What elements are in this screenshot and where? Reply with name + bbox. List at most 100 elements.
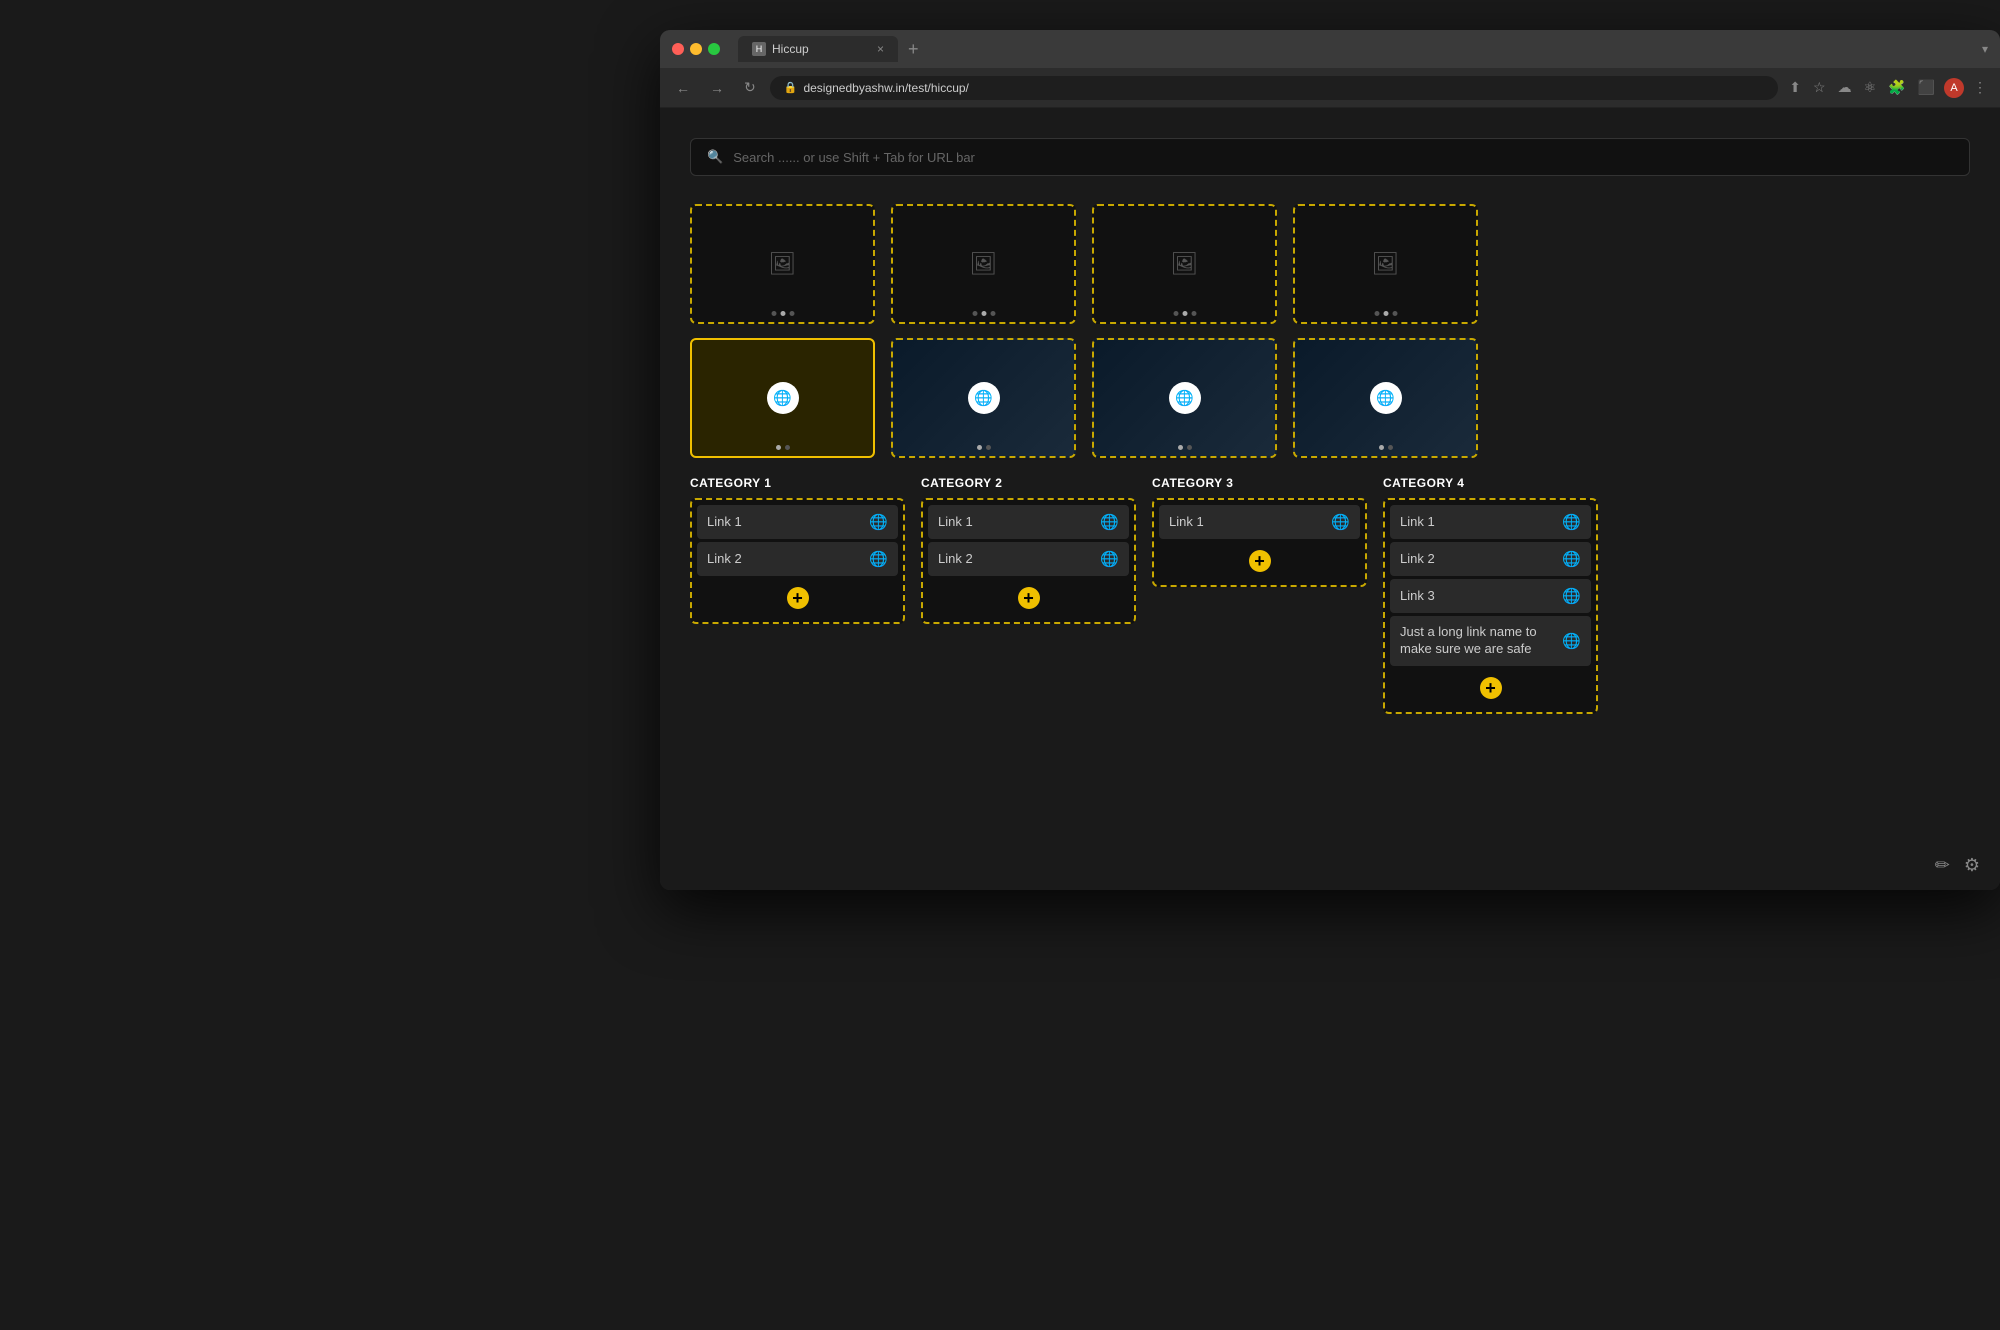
forward-button[interactable]: → bbox=[704, 76, 730, 100]
dot-active bbox=[1182, 311, 1187, 316]
dot-active bbox=[1383, 311, 1388, 316]
tab-favicon: H bbox=[752, 42, 766, 56]
dot-active bbox=[1178, 445, 1183, 450]
category-3-links: Link 1 🌐 + bbox=[1152, 498, 1367, 587]
minimize-button[interactable] bbox=[690, 43, 702, 55]
traffic-lights bbox=[672, 43, 720, 55]
globe-icon: 🌐 bbox=[869, 513, 888, 531]
dot bbox=[972, 311, 977, 316]
profile-icon[interactable]: A bbox=[1944, 78, 1964, 98]
category-4-title: CATEGORY 4 bbox=[1383, 476, 1598, 490]
bookmark-card-7[interactable]: 🌐 bbox=[1092, 338, 1277, 458]
react-icon[interactable]: ⚛ bbox=[1861, 79, 1880, 96]
tab-dropdown-icon[interactable]: ▾ bbox=[1982, 42, 1988, 56]
dot-active bbox=[776, 445, 781, 450]
bookmark-card-2[interactable]: 🖼 bbox=[891, 204, 1076, 324]
add-link-button[interactable]: + bbox=[697, 579, 898, 617]
dot-active bbox=[780, 311, 785, 316]
list-item[interactable]: Link 2 🌐 bbox=[697, 542, 898, 576]
dot bbox=[990, 311, 995, 316]
add-icon: + bbox=[1480, 677, 1502, 699]
list-item[interactable]: Link 3 🌐 bbox=[1390, 579, 1591, 613]
link-text: Link 2 bbox=[938, 551, 1094, 568]
browser-tab-hiccup[interactable]: H Hiccup × bbox=[738, 36, 898, 62]
image-placeholder-icon: 🖼 bbox=[769, 251, 797, 277]
category-4: CATEGORY 4 Link 1 🌐 Link 2 🌐 Link 3 🌐 bbox=[1383, 476, 1598, 714]
add-link-button[interactable]: + bbox=[1390, 669, 1591, 707]
bookmark-card-1[interactable]: 🖼 bbox=[690, 204, 875, 324]
bookmark-card-8[interactable]: 🌐 bbox=[1293, 338, 1478, 458]
link-text: Link 2 bbox=[707, 551, 863, 568]
share-icon[interactable]: ⬆ bbox=[1786, 79, 1804, 96]
list-item[interactable]: Link 1 🌐 bbox=[1390, 505, 1591, 539]
link-text: Link 1 bbox=[938, 514, 1094, 531]
dot bbox=[1374, 311, 1379, 316]
cloud-icon[interactable]: ☁ bbox=[1835, 79, 1855, 96]
search-placeholder: Search ...... or use Shift + Tab for URL… bbox=[733, 150, 975, 165]
lock-icon: 🔒 bbox=[784, 81, 798, 94]
dot bbox=[1191, 311, 1196, 316]
bookmark-card-5[interactable]: 🌐 bbox=[690, 338, 875, 458]
category-3: CATEGORY 3 Link 1 🌐 + bbox=[1152, 476, 1367, 714]
link-text: Link 1 bbox=[707, 514, 863, 531]
link-text: Link 3 bbox=[1400, 588, 1556, 605]
tab-close-icon[interactable]: × bbox=[877, 42, 884, 56]
tab-bar: H Hiccup × + ▾ bbox=[738, 36, 1988, 62]
back-button[interactable]: ← bbox=[670, 76, 696, 100]
dot bbox=[986, 445, 991, 450]
bookmark-card-3[interactable]: 🖼 bbox=[1092, 204, 1277, 324]
link-text: Just a long link name to make sure we ar… bbox=[1400, 624, 1556, 658]
add-link-button[interactable]: + bbox=[928, 579, 1129, 617]
image-placeholder-icon: 🖼 bbox=[970, 251, 998, 277]
bookmark-card-4[interactable]: 🖼 bbox=[1293, 204, 1478, 324]
card-dots bbox=[972, 311, 995, 316]
globe-icon: 🌐 bbox=[1100, 550, 1119, 568]
settings-button[interactable]: ⚙ bbox=[1964, 855, 1980, 876]
dot bbox=[1388, 445, 1393, 450]
bookmark-card-6[interactable]: 🌐 bbox=[891, 338, 1076, 458]
bookmark-row-2: 🌐 🌐 bbox=[690, 338, 1970, 458]
list-item[interactable]: Link 1 🌐 bbox=[928, 505, 1129, 539]
new-tab-button[interactable]: + bbox=[902, 39, 925, 60]
list-item[interactable]: Link 2 🌐 bbox=[1390, 542, 1591, 576]
category-1-links: Link 1 🌐 Link 2 🌐 + bbox=[690, 498, 905, 624]
search-bar[interactable]: 🔍 Search ...... or use Shift + Tab for U… bbox=[690, 138, 1970, 176]
bookmark-icon[interactable]: ☆ bbox=[1810, 79, 1829, 96]
card-dots bbox=[1173, 311, 1196, 316]
list-item[interactable]: Link 2 🌐 bbox=[928, 542, 1129, 576]
card-image-content: 🌐 bbox=[1094, 340, 1275, 456]
card-dots bbox=[977, 445, 991, 450]
url-text: designedbyashw.in/test/hiccup/ bbox=[803, 81, 968, 95]
card-favicon: 🌐 bbox=[968, 382, 1000, 414]
category-1: CATEGORY 1 Link 1 🌐 Link 2 🌐 + bbox=[690, 476, 905, 714]
browser-titlebar: H Hiccup × + ▾ bbox=[660, 30, 2000, 68]
globe-icon: 🌐 bbox=[1562, 513, 1581, 531]
list-item[interactable]: Link 1 🌐 bbox=[697, 505, 898, 539]
list-item[interactable]: Just a long link name to make sure we ar… bbox=[1390, 616, 1591, 666]
add-icon: + bbox=[787, 587, 809, 609]
split-view-icon[interactable]: ⬛ bbox=[1915, 79, 1938, 96]
globe-icon: 🌐 bbox=[869, 550, 888, 568]
dot-active bbox=[977, 445, 982, 450]
addressbar-actions: ⬆ ☆ ☁ ⚛ 🧩 ⬛ A ⋮ bbox=[1786, 78, 1990, 98]
add-link-button[interactable]: + bbox=[1159, 542, 1360, 580]
dot bbox=[789, 311, 794, 316]
address-input[interactable]: 🔒 designedbyashw.in/test/hiccup/ bbox=[770, 76, 1779, 100]
image-placeholder-icon: 🖼 bbox=[1171, 251, 1199, 277]
globe-icon: 🌐 bbox=[1331, 513, 1350, 531]
edit-button[interactable]: ✏ bbox=[1935, 855, 1950, 876]
dot bbox=[1392, 311, 1397, 316]
card-favicon: 🌐 bbox=[1370, 382, 1402, 414]
maximize-button[interactable] bbox=[708, 43, 720, 55]
dot bbox=[785, 445, 790, 450]
puzzle-icon[interactable]: 🧩 bbox=[1885, 79, 1908, 96]
menu-icon[interactable]: ⋮ bbox=[1970, 79, 1990, 96]
refresh-button[interactable]: ↻ bbox=[738, 75, 762, 100]
globe-icon: 🌐 bbox=[1562, 550, 1581, 568]
close-button[interactable] bbox=[672, 43, 684, 55]
list-item[interactable]: Link 1 🌐 bbox=[1159, 505, 1360, 539]
card-image-content: 🌐 bbox=[692, 340, 873, 456]
category-2: CATEGORY 2 Link 1 🌐 Link 2 🌐 + bbox=[921, 476, 1136, 714]
search-icon: 🔍 bbox=[707, 149, 723, 165]
add-icon: + bbox=[1249, 550, 1271, 572]
